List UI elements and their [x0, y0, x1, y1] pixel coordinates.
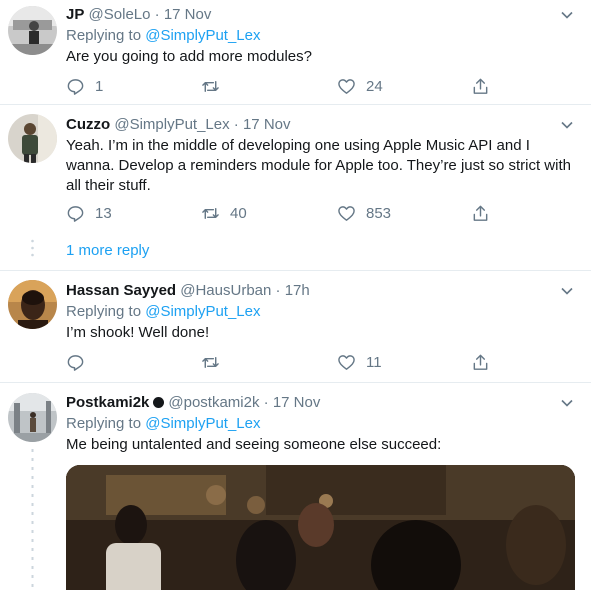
like-count: 853 — [366, 204, 392, 222]
tweet-hassan[interactable]: Hassan Sayyed @HausUrban · 17h Replying … — [0, 271, 591, 382]
user-handle[interactable]: @postkami2k — [168, 394, 259, 411]
tweet-media-gif[interactable] — [66, 465, 575, 590]
caret-down-icon[interactable] — [559, 117, 575, 133]
like-button[interactable]: 24 — [337, 76, 383, 96]
mention-link[interactable]: @SimplyPut_Lex — [145, 27, 260, 44]
verified-badge-icon — [153, 396, 165, 408]
user-handle[interactable]: @HausUrban — [180, 282, 271, 299]
reply-count: 13 — [95, 204, 112, 222]
media-image — [66, 465, 575, 590]
share-icon — [473, 354, 488, 370]
reply-button[interactable] — [66, 352, 95, 372]
tweet-jp[interactable]: JP @SoleLo · 17 Nov Replying to @SimplyP… — [0, 0, 591, 104]
retweet-icon — [202, 80, 219, 92]
like-count: 11 — [366, 353, 382, 371]
share-icon — [473, 78, 488, 94]
reply-icon — [67, 205, 84, 222]
like-count: 24 — [366, 77, 383, 95]
retweet-icon — [202, 207, 219, 219]
tweet-text: I’m shook! Well done! — [66, 324, 210, 341]
display-name[interactable]: Cuzzo — [66, 116, 110, 133]
reply-button[interactable]: 13 — [66, 203, 112, 223]
share-button[interactable] — [471, 352, 500, 372]
timestamp[interactable]: 17 Nov — [243, 116, 291, 133]
user-handle[interactable]: @SimplyPut_Lex — [114, 116, 229, 133]
avatar[interactable] — [8, 280, 57, 329]
mention-link[interactable]: @SimplyPut_Lex — [145, 303, 260, 320]
reply-icon — [67, 78, 84, 95]
retweet-button[interactable] — [201, 352, 230, 372]
tweet-header: Hassan Sayyed @HausUrban · 17h — [66, 281, 310, 301]
avatar[interactable] — [8, 114, 57, 163]
replying-to-label: Replying to — [66, 415, 142, 432]
retweet-count: 40 — [230, 204, 247, 222]
like-button[interactable]: 853 — [337, 203, 391, 223]
share-button[interactable] — [471, 203, 500, 223]
replying-to-label: Replying to — [66, 27, 142, 44]
retweet-button[interactable] — [201, 76, 230, 96]
show-more-replies-link[interactable]: 1 more reply — [66, 241, 149, 261]
tweet-actions: 11 — [66, 352, 496, 372]
tweet-header: Postkami2k @postkami2k · 17 Nov — [66, 393, 320, 413]
tweet-header: Cuzzo @SimplyPut_Lex · 17 Nov — [66, 115, 291, 135]
tweet-text: Yeah. I’m in the middle of developing on… — [66, 137, 571, 194]
tweet-actions: 13 40 853 — [66, 203, 496, 223]
like-icon — [338, 354, 355, 370]
share-icon — [473, 205, 488, 221]
separator-dot: · — [275, 282, 281, 299]
timestamp[interactable]: 17 Nov — [164, 6, 212, 23]
separator-dot: · — [233, 116, 239, 133]
like-button[interactable]: 11 — [337, 352, 382, 372]
separator-dot: · — [154, 6, 160, 23]
replying-to: Replying to @SimplyPut_Lex — [66, 302, 261, 322]
display-name[interactable]: Postkami2k — [66, 394, 149, 411]
mention-link[interactable]: @SimplyPut_Lex — [145, 415, 260, 432]
display-name[interactable]: JP — [66, 6, 84, 23]
reply-count: 1 — [95, 77, 104, 95]
timestamp[interactable]: 17 Nov — [273, 394, 321, 411]
replying-to-label: Replying to — [66, 303, 142, 320]
user-handle[interactable]: @SoleLo — [89, 6, 151, 23]
tweet-header: JP @SoleLo · 17 Nov — [66, 5, 211, 25]
caret-down-icon[interactable] — [559, 283, 575, 299]
separator-dot: · — [263, 394, 269, 411]
retweet-icon — [202, 356, 219, 368]
thread-line — [31, 449, 34, 590]
like-icon — [338, 205, 355, 221]
tweet-text: Are you going to add more modules? — [66, 48, 312, 65]
like-icon — [338, 78, 355, 94]
reply-icon — [67, 354, 84, 371]
tweet-actions: 1 24 — [66, 76, 496, 96]
retweet-button[interactable]: 40 — [201, 203, 247, 223]
reply-button[interactable]: 1 — [66, 76, 103, 96]
replying-to: Replying to @SimplyPut_Lex — [66, 26, 261, 46]
avatar[interactable] — [8, 393, 57, 442]
replying-to: Replying to @SimplyPut_Lex — [66, 414, 261, 434]
share-button[interactable] — [471, 76, 500, 96]
tweet-text: Me being untalented and seeing someone e… — [66, 436, 442, 453]
timestamp[interactable]: 17h — [285, 282, 310, 299]
display-name[interactable]: Hassan Sayyed — [66, 282, 176, 299]
caret-down-icon[interactable] — [559, 7, 575, 23]
caret-down-icon[interactable] — [559, 395, 575, 411]
tweet-cuzzo[interactable]: Cuzzo @SimplyPut_Lex · 17 Nov Yeah. I’m … — [0, 105, 591, 270]
thread-dots — [31, 239, 34, 257]
avatar[interactable] — [8, 6, 57, 55]
